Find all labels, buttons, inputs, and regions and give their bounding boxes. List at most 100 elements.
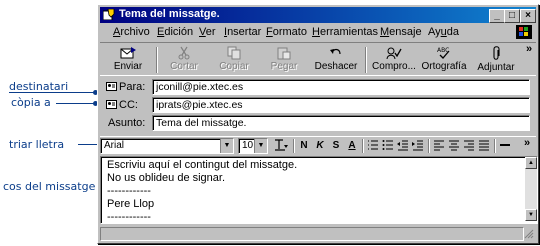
to-value: jconill@pie.xtec.es (156, 81, 244, 93)
toolbar-separator (293, 139, 295, 153)
scroll-down-icon[interactable]: ▼ (525, 209, 537, 221)
cc-field[interactable]: iprats@pie.xtec.es (152, 97, 530, 113)
undo-button[interactable]: Deshacer (310, 45, 362, 75)
menu-edicion[interactable]: Edición (157, 26, 193, 38)
window-title: Tema del missatge. (119, 8, 220, 20)
align-right-icon[interactable] (462, 139, 476, 153)
copy-button[interactable]: Copiar (208, 45, 260, 75)
menu-insertar[interactable]: Insertar (224, 26, 261, 38)
paste-label: Pegar (270, 61, 298, 72)
italic-button[interactable]: K (313, 139, 327, 153)
decrease-indent-icon[interactable] (396, 139, 410, 153)
cut-button[interactable]: Cortar (158, 45, 210, 75)
annotation-body-text: cos del missatge (3, 180, 96, 193)
undo-icon (330, 48, 341, 55)
check-names-label: Compro... (372, 61, 416, 72)
bold-button[interactable]: N (297, 139, 311, 153)
chevron-down-icon[interactable]: ▼ (220, 139, 233, 153)
paste-button[interactable]: Pegar (258, 45, 310, 75)
toolbar-separator (362, 139, 364, 153)
main-toolbar: Enviar Cortar Copiar Pegar Deshacer Comp… (100, 42, 536, 76)
paragraph-style-icon[interactable] (272, 139, 290, 153)
title-bar[interactable]: Tema del missatge. _ □ × (100, 7, 536, 23)
minimize-button[interactable]: _ (489, 9, 505, 23)
increase-indent-icon[interactable] (411, 139, 425, 153)
close-button[interactable]: × (520, 9, 536, 23)
body-line: ------------ (107, 211, 151, 223)
font-value: Arial (104, 140, 125, 151)
send-icon (120, 47, 136, 59)
horizontal-line-icon[interactable] (498, 139, 512, 153)
chevron-down-icon[interactable]: ▼ (254, 139, 267, 153)
vertical-scrollbar[interactable]: ▲ ▼ (525, 157, 537, 221)
attach-label: Adjuntar (477, 62, 515, 73)
body-line: ------------ (107, 185, 151, 197)
toolbar-separator (494, 139, 496, 153)
paste-icon (277, 47, 291, 60)
status-bar (100, 225, 536, 241)
annotation-font-text: triar lletra (9, 138, 65, 151)
check-names-button[interactable]: Compro... (368, 45, 420, 75)
subject-field[interactable]: Tema del missatge. (152, 115, 530, 131)
menu-herramientas[interactable]: Herramientas (312, 26, 378, 38)
font-select[interactable]: Arial ▼ (100, 138, 234, 154)
compose-message-icon (103, 9, 115, 20)
annotation-body: cos del missatge (0, 180, 100, 194)
scroll-up-icon[interactable]: ▲ (525, 157, 537, 169)
to-label[interactable]: Para: (106, 81, 145, 93)
menu-formato[interactable]: Formato (266, 26, 307, 38)
font-color-button[interactable]: A (345, 139, 359, 153)
toolbar-separator (428, 139, 430, 153)
compose-window: Tema del missatge. _ □ × Archivo Edición… (97, 4, 539, 244)
message-body[interactable]: Escriviu aquí el contingut del missatge.… (100, 156, 538, 224)
subject-label: Asunto: (108, 117, 146, 129)
annotation-copy-text: còpia a (11, 96, 51, 109)
windows-logo-icon (516, 25, 532, 39)
bullet-list-icon[interactable] (381, 139, 395, 153)
send-label: Enviar (113, 61, 143, 72)
cut-label: Cortar (170, 61, 198, 72)
address-book-icon (106, 82, 117, 91)
cc-value: iprats@pie.xtec.es (156, 99, 243, 111)
format-overflow-chevron-icon[interactable]: » (524, 137, 530, 149)
attach-button[interactable]: Adjuntar (470, 45, 522, 75)
copy-icon (227, 46, 241, 60)
to-row: Para: jconill@pie.xtec.es (104, 79, 534, 95)
underline-button[interactable]: S (329, 139, 343, 153)
annotation-recipients-line (9, 92, 98, 93)
menu-ayuda[interactable]: Ayuda (428, 26, 459, 38)
to-field[interactable]: jconill@pie.xtec.es (152, 79, 530, 95)
check-names-icon (386, 47, 402, 60)
resize-grip-icon[interactable] (524, 229, 534, 239)
align-left-icon[interactable] (432, 139, 446, 153)
font-size-select[interactable]: 10 ▼ (238, 138, 268, 154)
body-line: Escriviu aquí el contingut del missatge. (107, 159, 298, 171)
undo-label: Deshacer (314, 61, 358, 72)
spelling-icon: ABC (437, 47, 450, 59)
menu-mensaje[interactable]: Mensaje (380, 26, 422, 38)
menu-archivo[interactable]: Archivo (113, 26, 150, 38)
spelling-label: Ortografía (421, 61, 467, 72)
toolbar-separator (365, 47, 367, 73)
spelling-button[interactable]: ABC Ortografía (418, 45, 470, 75)
align-center-icon[interactable] (447, 139, 461, 153)
annotation-font: triar lletra (0, 138, 100, 152)
scissors-icon (178, 46, 190, 60)
copy-label: Copiar (219, 61, 249, 72)
formatting-toolbar: Arial ▼ 10 ▼ N K S A » (100, 136, 536, 157)
subject-value: Tema del missatge. (156, 117, 247, 129)
font-size-value: 10 (242, 140, 254, 151)
send-button[interactable]: Enviar (102, 45, 154, 75)
justify-icon[interactable] (477, 139, 491, 153)
paperclip-icon (493, 46, 500, 60)
annotation-copy-line (56, 103, 98, 104)
cc-row: CC: iprats@pie.xtec.es (104, 97, 534, 113)
maximize-button[interactable]: □ (504, 9, 520, 23)
body-line: Pere Llop (107, 198, 155, 210)
body-line: No us oblideu de signar. (107, 172, 226, 184)
cc-label[interactable]: CC: (106, 99, 138, 111)
address-book-icon (106, 100, 117, 109)
numbered-list-icon[interactable] (366, 139, 380, 153)
menu-ver[interactable]: Ver (199, 26, 216, 38)
toolbar-overflow-chevron-icon[interactable]: » (526, 43, 532, 55)
